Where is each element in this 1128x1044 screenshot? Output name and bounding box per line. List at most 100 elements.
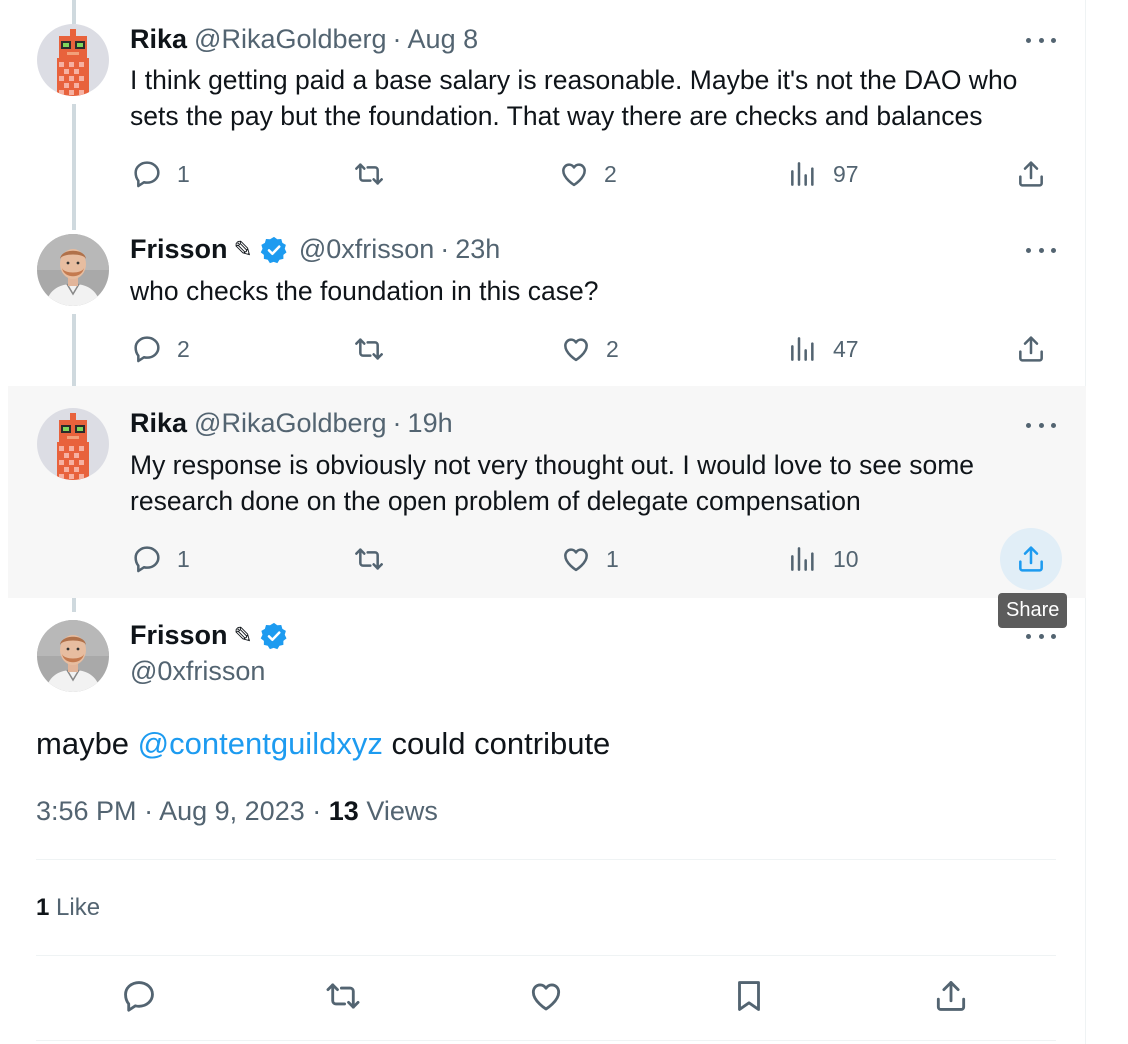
like-icon — [562, 163, 586, 187]
verified-badge-icon — [259, 235, 289, 265]
timestamp[interactable]: 23h — [455, 234, 500, 265]
views-button[interactable]: 97 — [787, 158, 859, 190]
retweet-icon — [355, 163, 383, 185]
views-button[interactable]: 47 — [787, 333, 859, 365]
tweet-text-end: could contribute — [382, 726, 611, 761]
display-name[interactable]: Frisson — [130, 234, 228, 265]
user-handle[interactable]: @RikaGoldberg — [194, 24, 387, 55]
retweet-button[interactable] — [353, 158, 399, 190]
divider — [36, 955, 1056, 956]
views-label: Views — [366, 796, 438, 826]
share-button[interactable] — [1015, 158, 1047, 190]
post-time[interactable]: 3:56 PM — [36, 796, 137, 826]
tweet-header: Rika @RikaGoldberg · 19h — [130, 408, 453, 439]
user-handle[interactable]: @0xfrisson — [299, 234, 434, 265]
likes-label: Like — [56, 894, 101, 921]
more-icon[interactable] — [1026, 38, 1056, 43]
like-icon — [531, 983, 561, 1011]
bookmark-button[interactable] — [730, 977, 768, 1015]
tweet-text-start: maybe — [36, 726, 138, 761]
user-handle[interactable]: @RikaGoldberg — [194, 408, 387, 439]
views-icon — [791, 547, 814, 571]
retweet-button[interactable] — [353, 543, 399, 575]
tweet-text: who checks the foundation in this case? — [130, 276, 599, 306]
retweet-button[interactable] — [324, 977, 362, 1015]
like-button[interactable] — [527, 977, 565, 1015]
reply-icon — [124, 981, 154, 1012]
views-button[interactable]: 10 — [787, 543, 859, 575]
reply-button[interactable]: 1 — [131, 543, 190, 575]
like-count: 1 — [606, 545, 619, 572]
post-date[interactable]: Aug 9, 2023 — [159, 796, 305, 826]
timestamp[interactable]: Aug 8 — [408, 24, 479, 55]
likes-summary[interactable]: 1 Like — [36, 894, 100, 922]
share-icon — [1019, 546, 1043, 572]
reply-tweet[interactable]: Frisson ✎ @0xfrisson · 23h who checks th… — [8, 212, 1086, 386]
like-button[interactable]: 2 — [558, 158, 617, 190]
divider — [36, 859, 1056, 860]
main-tweet-text: maybe @contentguildxyz could contribute — [36, 726, 610, 762]
tweet-header: Rika @RikaGoldberg · Aug 8 — [130, 24, 478, 55]
share-button[interactable] — [932, 977, 970, 1015]
mention-link[interactable]: @contentguildxyz — [138, 726, 383, 761]
like-icon — [564, 338, 588, 362]
bookmark-icon — [738, 981, 760, 1011]
display-name[interactable]: Rika — [130, 408, 187, 439]
like-button[interactable]: 2 — [560, 333, 619, 365]
like-icon — [564, 548, 588, 572]
tweet-meta: 3:56 PM · Aug 9, 2023 · 13 Views — [36, 796, 438, 827]
divider — [36, 1040, 1056, 1041]
views-total: 13 — [328, 796, 359, 826]
likes-total: 1 — [36, 894, 50, 921]
more-icon[interactable] — [1026, 634, 1056, 639]
share-icon — [1019, 161, 1043, 187]
views-count: 97 — [833, 160, 859, 187]
reply-button[interactable] — [120, 977, 158, 1015]
views-count: 47 — [833, 335, 859, 362]
reply-count: 1 — [177, 160, 190, 187]
tweet-text: I think getting paid a base salary is re… — [130, 65, 1018, 131]
reply-count: 1 — [177, 545, 190, 572]
avatar[interactable] — [37, 24, 109, 96]
pencil-emoji: ✎ — [233, 622, 253, 648]
reply-icon — [134, 546, 160, 573]
avatar[interactable] — [37, 408, 109, 480]
share-icon — [1019, 336, 1043, 362]
separator-dot: · — [312, 796, 322, 826]
verified-badge-icon — [259, 621, 289, 651]
separator-dot: · — [144, 796, 154, 826]
tweet-header: Frisson ✎ @0xfrisson · 23h — [130, 234, 500, 265]
views-icon — [791, 162, 814, 186]
retweet-icon — [355, 548, 383, 570]
like-count: 2 — [606, 335, 619, 362]
share-button[interactable] — [1015, 333, 1047, 365]
main-tweet-header: Frisson ✎ — [130, 620, 289, 651]
display-name[interactable]: Frisson — [130, 620, 228, 651]
avatar[interactable] — [37, 234, 109, 306]
retweet-button[interactable] — [353, 333, 399, 365]
more-icon[interactable] — [1026, 248, 1056, 253]
retweet-icon — [326, 983, 360, 1009]
timeline-column: Rika @RikaGoldberg · Aug 8 I think getti… — [8, 0, 1086, 1044]
pencil-emoji: ✎ — [233, 236, 253, 262]
reply-tweet-hovered[interactable]: Rika @RikaGoldberg · 19h My response is … — [8, 386, 1086, 598]
avatar[interactable] — [37, 620, 109, 692]
views-icon — [791, 337, 814, 361]
user-handle[interactable]: @0xfrisson — [130, 656, 265, 687]
separator-dot: · — [440, 234, 450, 264]
reply-button[interactable]: 1 — [131, 158, 190, 190]
share-icon — [936, 981, 966, 1011]
more-icon[interactable] — [1026, 423, 1056, 428]
tweet-text: My response is obviously not very though… — [130, 450, 975, 516]
reply-button[interactable]: 2 — [131, 333, 190, 365]
reply-icon — [134, 336, 160, 363]
reply-tweet[interactable]: Rika @RikaGoldberg · Aug 8 I think getti… — [8, 0, 1086, 212]
share-button[interactable] — [1015, 543, 1047, 575]
retweet-icon — [355, 338, 383, 360]
display-name[interactable]: Rika — [130, 24, 187, 55]
share-tooltip: Share — [998, 593, 1068, 628]
separator-dot: · — [392, 24, 402, 54]
like-button[interactable]: 1 — [560, 543, 619, 575]
reply-icon — [134, 161, 160, 188]
timestamp[interactable]: 19h — [408, 408, 453, 439]
